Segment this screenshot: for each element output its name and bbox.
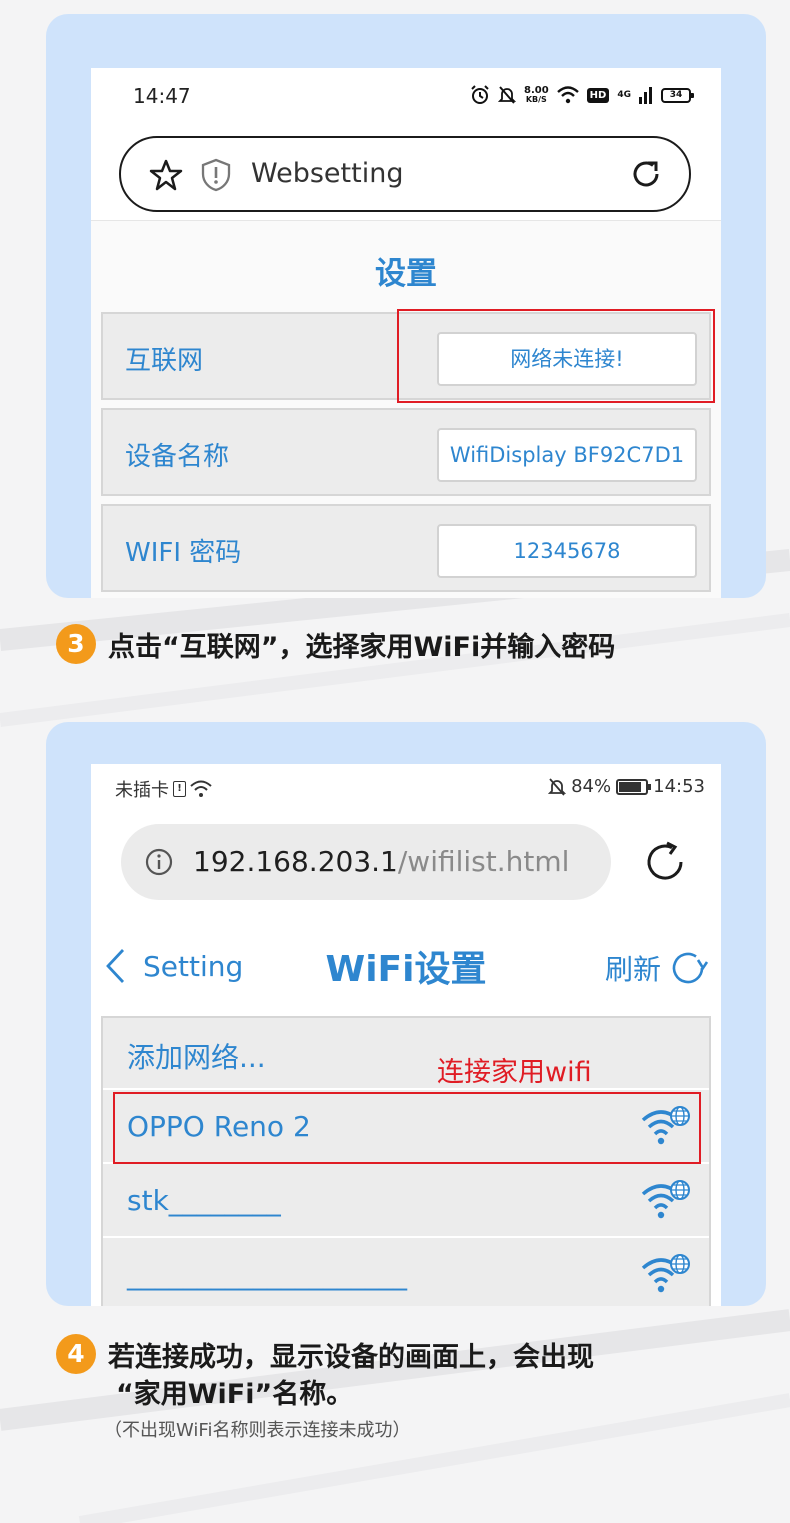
back-label: Setting [143, 949, 244, 983]
battery-indicator: 34 [661, 87, 694, 103]
step-4-instruction: 4 若连接成功，显示设备的画面上，会出现 “家用WiFi”名称。 （不出现WiF… [56, 1332, 756, 1442]
step-text: 点击“互联网”，选择家用WiFi并输入密码 [108, 632, 616, 663]
speed-unit: KB/S [525, 95, 547, 104]
status-icons: 8.00 KB/S HD 4G 34 [470, 83, 694, 107]
mute-bell-icon [497, 86, 516, 104]
highlight-box-home-wifi [113, 1092, 701, 1164]
row-label: 互联网 [125, 346, 204, 376]
reload-icon[interactable] [629, 157, 663, 191]
status-right: 84% 14:53 [548, 776, 705, 797]
battery-percent: 84% [571, 776, 612, 797]
step-note: （不出现WiFi名称则表示连接未成功） [104, 1420, 411, 1441]
settings-row-device-name: 设备名称 WifiDisplay BF92C7D1 [101, 408, 711, 496]
refresh-label: 刷新 [604, 953, 661, 986]
wifi-globe-icon [641, 1254, 690, 1293]
phone-screen-wifi-list: 未插卡 ! 84% 14:53 192.168.203.1/wifilist.h… [91, 764, 721, 1306]
network-name: ____________________ [127, 1258, 407, 1291]
status-time: 14:47 [133, 84, 191, 108]
step-number-badge: 4 [56, 1334, 96, 1374]
page-title: 设置 [375, 256, 437, 292]
wifi-list-item[interactable]: stk________ [103, 1166, 709, 1238]
wifi-globe-icon [641, 1180, 690, 1219]
sim-alert-icon: ! [173, 781, 186, 797]
callout-connect-home-wifi: 连接家用wifi [437, 1057, 592, 1088]
row-label: 设备名称 [125, 442, 230, 472]
network-name: stk________ [127, 1184, 281, 1217]
step-3-instruction: 3 点击“互联网”，选择家用WiFi并输入密码 [56, 622, 756, 668]
address-text[interactable]: Websetting [251, 158, 403, 189]
speed-value: 8.00 [523, 85, 549, 96]
wifi-icon [556, 86, 579, 104]
address-path: /wifilist.html [397, 845, 570, 878]
address-bar[interactable]: Websetting [119, 136, 691, 212]
status-left: 未插卡 ! [115, 776, 212, 802]
device-name-field[interactable]: WifiDisplay BF92C7D1 [437, 428, 697, 482]
back-button[interactable]: Setting [105, 948, 243, 984]
carrier-text: 未插卡 [115, 780, 169, 801]
wifi-password-field[interactable]: 12345678 [437, 524, 697, 578]
status-time: 14:53 [653, 776, 705, 797]
screenshot-card-websetting: 14:47 8.00 KB/S HD 4G 34 Websetting 设置 互… [46, 14, 766, 598]
address-bar[interactable]: 192.168.203.1/wifilist.html [121, 824, 611, 900]
row-label: WIFI 密码 [125, 538, 242, 568]
refresh-button[interactable]: 刷新 [605, 948, 709, 988]
settings-row-wifi-password: WIFI 密码 12345678 [101, 504, 711, 592]
address-text[interactable]: 192.168.203.1/wifilist.html [193, 845, 569, 878]
step-text-line-1: 若连接成功，显示设备的画面上，会出现 [108, 1342, 594, 1373]
alarm-icon [471, 85, 489, 104]
phone-screen-websetting: 14:47 8.00 KB/S HD 4G 34 Websetting 设置 互… [91, 68, 721, 598]
info-icon[interactable] [145, 848, 173, 876]
network-speed: 8.00 KB/S [523, 85, 549, 105]
star-icon[interactable] [149, 158, 183, 192]
step-text-line-2: “家用WiFi”名称。 [116, 1379, 354, 1410]
wifi-icon [190, 780, 212, 797]
battery-icon [616, 778, 652, 795]
refresh-icon [672, 952, 709, 984]
shield-icon[interactable] [201, 158, 231, 192]
screenshot-card-wifi-list: 未插卡 ! 84% 14:53 192.168.203.1/wifilist.h… [46, 722, 766, 1306]
reload-icon[interactable] [641, 838, 689, 886]
add-network-item[interactable]: 添加网络... [103, 1018, 709, 1090]
network-name: 添加网络... [127, 1041, 266, 1074]
address-host: 192.168.203.1 [193, 845, 398, 878]
wifi-list-item[interactable]: ____________________ [103, 1240, 709, 1306]
signal-icon [639, 87, 652, 104]
status-bar: 14:47 8.00 KB/S HD 4G 34 [91, 68, 721, 122]
wifi-page-header: Setting WiFi设置 刷新 [91, 934, 721, 994]
status-bar: 未插卡 ! 84% 14:53 [91, 764, 721, 810]
network-type: 4G [617, 90, 631, 100]
highlight-box-internet [397, 309, 715, 403]
hd-badge: HD [586, 87, 610, 103]
chevron-left-icon [106, 949, 125, 983]
mute-bell-icon [548, 777, 567, 796]
step-number-badge: 3 [56, 624, 96, 664]
